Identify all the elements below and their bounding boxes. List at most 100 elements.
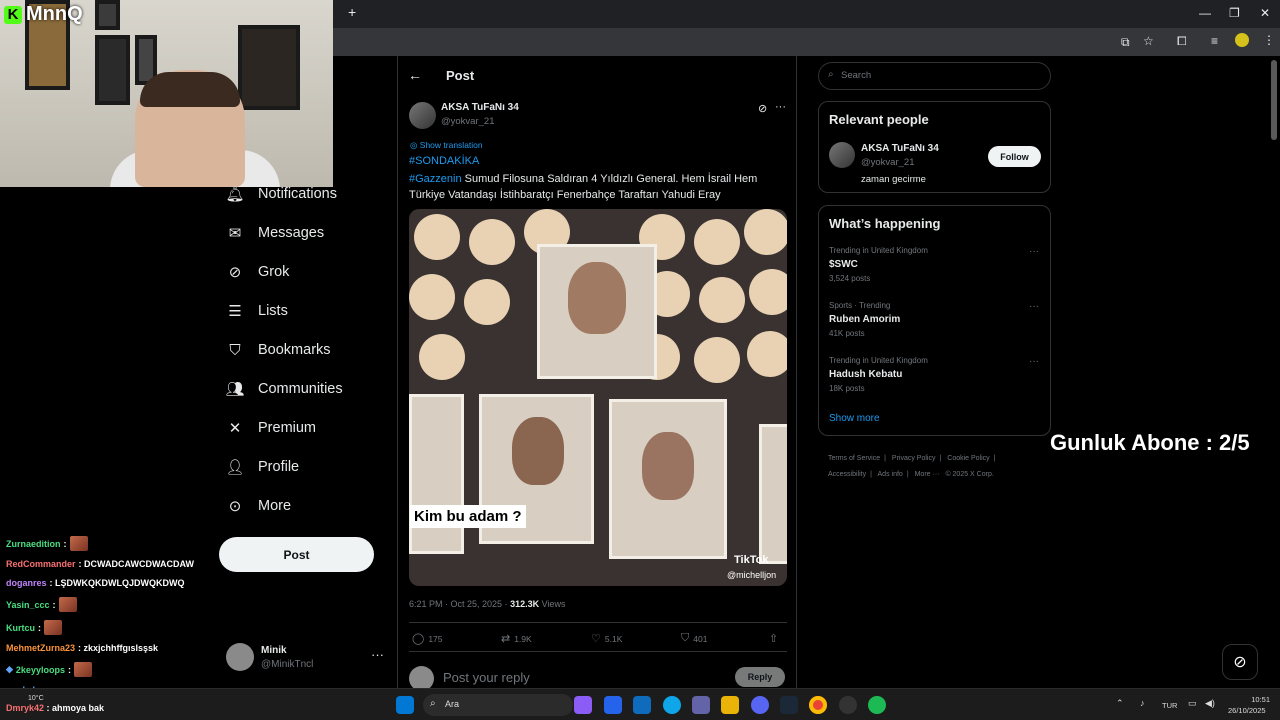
sidebar-item-communities[interactable]: 👥︎ Communities (225, 380, 342, 398)
reply-action[interactable]: ◯ 175 (412, 632, 443, 645)
sidebar-item-lists[interactable]: ☰ Lists (226, 302, 288, 320)
close-window-button[interactable]: ✕ (1260, 6, 1270, 20)
card-title: What’s happening (829, 216, 941, 231)
sidebar-item-premium[interactable]: ✕ Premium (226, 419, 316, 437)
more-icon[interactable]: ··· (1029, 246, 1039, 257)
photo-card (409, 394, 464, 554)
chat-user: doganres (6, 578, 47, 588)
microphone-icon[interactable]: ♪ (1140, 698, 1145, 708)
taskbar-search[interactable]: ⌕ Ara (423, 694, 573, 716)
more-icon[interactable]: ··· (1029, 356, 1039, 367)
like-action[interactable]: ♡ 5.1K (591, 632, 622, 645)
star-icon[interactable]: ☆ (1143, 34, 1154, 48)
author-avatar[interactable] (409, 102, 436, 129)
photo-card (537, 244, 657, 379)
steam-icon[interactable] (780, 696, 798, 714)
edge-icon[interactable] (663, 696, 681, 714)
follow-button[interactable]: Follow (988, 146, 1041, 167)
discord-icon[interactable] (751, 696, 769, 714)
hashtag-link[interactable]: #SONDAKİKA (409, 155, 479, 167)
person-handle[interactable]: @yokvar_21 (861, 157, 914, 168)
search-input[interactable]: ⌕ Search (818, 62, 1051, 90)
share-action[interactable]: ⇧ (769, 632, 778, 645)
chat-text: : (52, 599, 56, 610)
footer-separator: | (939, 455, 942, 462)
restore-button[interactable]: ❐ (1229, 6, 1240, 20)
trend-context: Sports · Trending (829, 301, 891, 310)
chevron-up-icon[interactable]: ⌃ (1116, 698, 1124, 709)
taskbar: Dmryk42 : ahmoya bak 10°C ⌕ Ara ⌃ ♪ TUR … (0, 688, 1280, 720)
reply-input[interactable]: Post your reply (443, 670, 530, 685)
views-count: 312.3K (510, 599, 540, 609)
footer-link[interactable]: More ··· (915, 471, 940, 478)
sidebar-item-bookmarks[interactable]: ⛉ Bookmarks (226, 341, 330, 359)
more-icon[interactable]: ··· (775, 101, 786, 113)
sidebar-item-label: Messages (258, 225, 325, 241)
clock-time[interactable]: 10:51 (1242, 695, 1270, 704)
outlook-icon[interactable] (633, 696, 651, 714)
back-arrow-icon[interactable]: ← (408, 67, 422, 83)
media-icon[interactable]: ≡ (1211, 34, 1218, 48)
bookmark-action[interactable]: ⛉ 401 (681, 632, 707, 645)
more-icon[interactable]: ··· (1029, 301, 1039, 312)
post-video[interactable]: Kim bu adam ? TikTok @michelljon (409, 209, 787, 586)
sidebar-item-messages[interactable]: ✉ Messages (226, 224, 324, 242)
teams-icon[interactable] (692, 696, 710, 714)
widgets-icon[interactable] (574, 696, 592, 714)
footer-link[interactable]: Privacy Policy (892, 455, 936, 462)
scrollbar[interactable] (1271, 60, 1277, 140)
app-icon[interactable] (839, 696, 857, 714)
chrome-icon[interactable] (809, 696, 827, 714)
extensions-icon[interactable]: ⧠ (1177, 34, 1187, 49)
input-language[interactable]: TUR (1162, 701, 1177, 710)
avatar[interactable] (829, 142, 855, 168)
photo-card (759, 424, 787, 564)
account-name: Minik (261, 645, 287, 656)
emote-icon (44, 620, 62, 635)
account-handle: @MinikTncl (261, 659, 314, 670)
sidebar-item-more[interactable]: ⊙ More (226, 497, 291, 515)
grok-float-button[interactable]: ⊘ (1222, 644, 1258, 680)
cast-icon[interactable]: ⧉ (1121, 35, 1130, 50)
compose-post-button[interactable]: Post (219, 537, 374, 572)
new-tab-button[interactable]: + (348, 4, 356, 20)
grok-icon[interactable]: ⊘ (758, 102, 767, 115)
show-more-link[interactable]: Show more (829, 413, 880, 424)
trend-item[interactable]: Sports · Trending Ruben Amorim 41K posts… (829, 301, 1044, 346)
reply-button[interactable]: Reply (735, 667, 785, 687)
sidebar-item-notifications[interactable]: 🔔︎ Notifications (225, 185, 337, 203)
post-column: ← Post AKSA TuFaNı 34 @yokvar_21 ⊘ ··· ◎… (397, 56, 797, 691)
trend-item[interactable]: Trending in United Kingdom $SWC 3,524 po… (829, 246, 1044, 291)
store-icon[interactable] (604, 696, 622, 714)
sidebar-item-grok[interactable]: ⊘ Grok (226, 263, 290, 281)
author-handle[interactable]: @yokvar_21 (441, 116, 494, 127)
browser-menu-icon[interactable]: ⋮ (1263, 33, 1275, 47)
chat-user: Yasin_ccc (6, 599, 50, 610)
repost-action[interactable]: ⇄ 1.9K (501, 632, 532, 645)
windows-start-icon[interactable] (396, 696, 414, 714)
footer-link[interactable]: Ads info (878, 471, 903, 478)
network-icon[interactable]: ▭ (1188, 698, 1197, 709)
account-switcher[interactable]: Minik @MinikTncl ··· (226, 643, 386, 675)
card-title: Relevant people (829, 112, 929, 127)
bookmark-icon: ⛉ (229, 341, 241, 359)
volume-icon[interactable]: ◀) (1205, 698, 1215, 709)
show-translation-link[interactable]: ◎ Show translation (410, 140, 483, 151)
sidebar-item-profile[interactable]: 👤︎ Profile (225, 458, 299, 476)
footer-link[interactable]: Accessibility (828, 471, 866, 478)
trend-item[interactable]: Trending in United Kingdom Hadush Kebatu… (829, 356, 1044, 401)
author-name[interactable]: AKSA TuFaNı 34 (441, 102, 519, 113)
footer-link[interactable]: Cookie Policy (947, 455, 989, 462)
profile-avatar-icon[interactable] (1235, 33, 1249, 47)
file-explorer-icon[interactable] (721, 696, 739, 714)
person-name[interactable]: AKSA TuFaNı 34 (861, 143, 939, 154)
post-timestamp[interactable]: 6:21 PM · Oct 25, 2025 · (409, 599, 510, 609)
spotify-icon[interactable] (868, 696, 886, 714)
more-icon[interactable]: ··· (371, 647, 384, 662)
hashtag-link[interactable]: #Gazzenin (409, 173, 462, 185)
weather-temp[interactable]: 10°C (28, 695, 44, 702)
footer-link[interactable]: Terms of Service (828, 455, 880, 462)
clock-date[interactable]: 26/10/2025 (1228, 706, 1266, 715)
webcam-overlay: K MnnQ (0, 0, 333, 187)
minimize-button[interactable]: — (1199, 6, 1211, 20)
